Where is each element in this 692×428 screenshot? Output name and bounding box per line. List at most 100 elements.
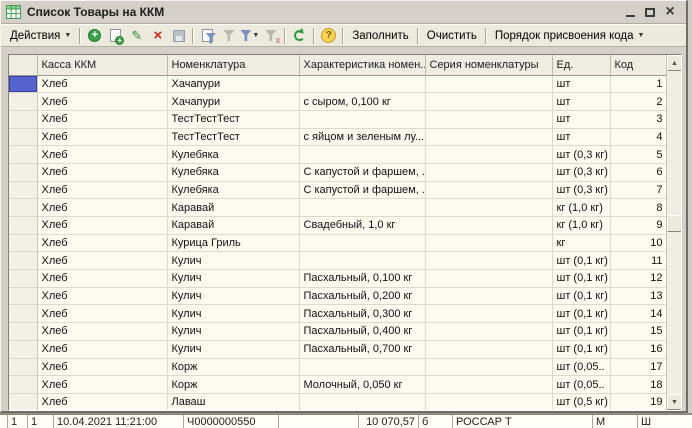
cell-kassa[interactable]: Хлеб (37, 163, 167, 181)
cell-series[interactable] (425, 128, 552, 146)
cell-kassa[interactable]: Хлеб (37, 181, 167, 199)
cell-code[interactable]: 13 (610, 287, 667, 305)
cell-unit[interactable]: шт (0,1 кг) (552, 252, 610, 270)
scrollbar-thumb[interactable] (667, 215, 682, 232)
table-row[interactable]: Хлеб Хачапури с сыром, 0,100 кг шт 2 (9, 93, 667, 111)
cell-characteristic[interactable] (299, 358, 425, 376)
cell-kassa[interactable]: Хлеб (37, 146, 167, 164)
table-row[interactable]: Хлеб Кулич Пасхальный, 0,100 кг шт (0,1 … (9, 270, 667, 288)
cell-unit[interactable]: шт (0,3 кг) (552, 146, 610, 164)
cell-code[interactable]: 9 (610, 217, 667, 235)
cell-series[interactable] (425, 287, 552, 305)
cell-unit[interactable]: шт (552, 128, 610, 146)
cell-code[interactable]: 10 (610, 234, 667, 252)
cell-marker[interactable] (9, 234, 37, 252)
cell-marker[interactable] (9, 75, 37, 93)
header-marker[interactable] (9, 55, 37, 75)
cell-unit[interactable]: шт (0,3 кг) (552, 163, 610, 181)
filter-clear-button-disabled[interactable]: x (261, 27, 280, 45)
cell-marker[interactable] (9, 199, 37, 217)
filter-by-value-button-disabled[interactable] (219, 27, 238, 45)
table-row[interactable]: Хлеб Кулич шт (0,1 кг) 11 (9, 252, 667, 270)
filter-sort-button[interactable] (198, 27, 217, 45)
cell-nomenclature[interactable]: Кулич (167, 323, 299, 341)
cell-code[interactable]: 11 (610, 252, 667, 270)
cell-unit[interactable]: шт (0,1 кг) (552, 270, 610, 288)
cell-marker[interactable] (9, 340, 37, 358)
cell-series[interactable] (425, 217, 552, 235)
cell-series[interactable] (425, 234, 552, 252)
cell-nomenclature[interactable]: Кулебяка (167, 181, 299, 199)
cell-nomenclature[interactable]: Кулич (167, 305, 299, 323)
cell-characteristic[interactable]: с яйцом и зеленым лу... (299, 128, 425, 146)
cell-characteristic[interactable] (299, 252, 425, 270)
cell-kassa[interactable]: Хлеб (37, 234, 167, 252)
cell-marker[interactable] (9, 146, 37, 164)
cell-characteristic[interactable] (299, 199, 425, 217)
cell-kassa[interactable]: Хлеб (37, 93, 167, 111)
cell-series[interactable] (425, 163, 552, 181)
cell-characteristic[interactable]: С капустой и фаршем, ... (299, 181, 425, 199)
cell-characteristic[interactable]: Пасхальный, 0,300 кг (299, 305, 425, 323)
cell-nomenclature[interactable]: Корж (167, 376, 299, 394)
cell-unit[interactable]: шт (0,1 кг) (552, 287, 610, 305)
title-bar[interactable]: Список Товары на ККМ × (1, 1, 686, 24)
cell-characteristic[interactable]: С капустой и фаршем, ... (299, 163, 425, 181)
header-unit[interactable]: Ед. (552, 55, 610, 75)
header-code[interactable]: Код (610, 55, 667, 75)
cell-unit[interactable]: шт (0,1 кг) (552, 323, 610, 341)
cell-kassa[interactable]: Хлеб (37, 110, 167, 128)
cell-code[interactable]: 19 (610, 393, 667, 411)
cell-series[interactable] (425, 393, 552, 411)
cell-marker[interactable] (9, 323, 37, 341)
cell-marker[interactable] (9, 376, 37, 394)
help-button[interactable]: ? (319, 27, 338, 45)
cell-series[interactable] (425, 270, 552, 288)
cell-code[interactable]: 6 (610, 163, 667, 181)
cell-kassa[interactable]: Хлеб (37, 270, 167, 288)
cell-series[interactable] (425, 199, 552, 217)
cell-characteristic[interactable] (299, 110, 425, 128)
add-button[interactable]: + (85, 27, 104, 45)
cell-characteristic[interactable]: Пасхальный, 0,100 кг (299, 270, 425, 288)
cell-nomenclature[interactable]: Каравай (167, 217, 299, 235)
cell-code[interactable]: 18 (610, 376, 667, 394)
filter-history-button[interactable]: ▼ (240, 27, 259, 45)
cell-nomenclature[interactable]: Корж (167, 358, 299, 376)
cell-kassa[interactable]: Хлеб (37, 252, 167, 270)
cell-series[interactable] (425, 305, 552, 323)
cell-kassa[interactable]: Хлеб (37, 340, 167, 358)
cell-marker[interactable] (9, 358, 37, 376)
table-row[interactable]: Хлеб Курица Гриль кг 10 (9, 234, 667, 252)
refresh-button[interactable] (290, 27, 309, 45)
scroll-down-button[interactable]: ▼ (667, 394, 682, 410)
cell-characteristic[interactable] (299, 75, 425, 93)
cell-marker[interactable] (9, 181, 37, 199)
cell-series[interactable] (425, 340, 552, 358)
cell-kassa[interactable]: Хлеб (37, 393, 167, 411)
cell-kassa[interactable]: Хлеб (37, 376, 167, 394)
clear-button[interactable]: Очистить (422, 28, 482, 44)
cell-nomenclature[interactable]: Кулич (167, 252, 299, 270)
edit-button[interactable]: ✎ (127, 27, 146, 45)
table-row[interactable]: Хлеб ТестТестТест шт 3 (9, 110, 667, 128)
cell-nomenclature[interactable]: ТестТестТест (167, 128, 299, 146)
cell-unit[interactable]: шт (552, 93, 610, 111)
cell-unit[interactable]: шт (0,3 кг) (552, 181, 610, 199)
cell-kassa[interactable]: Хлеб (37, 305, 167, 323)
cell-unit[interactable]: шт (552, 75, 610, 93)
cell-code[interactable]: 12 (610, 270, 667, 288)
cell-code[interactable]: 8 (610, 199, 667, 217)
delete-button[interactable]: × (148, 27, 167, 45)
cell-marker[interactable] (9, 217, 37, 235)
cell-code[interactable]: 1 (610, 75, 667, 93)
table-row[interactable]: Хлеб ТестТестТест с яйцом и зеленым лу..… (9, 128, 667, 146)
header-kassa[interactable]: Касса ККМ (37, 55, 167, 75)
cell-unit[interactable]: кг (1,0 кг) (552, 217, 610, 235)
cell-nomenclature[interactable]: Каравай (167, 199, 299, 217)
cell-marker[interactable] (9, 287, 37, 305)
maximize-button[interactable] (640, 3, 660, 21)
cell-characteristic[interactable]: с сыром, 0,100 кг (299, 93, 425, 111)
cell-marker[interactable] (9, 252, 37, 270)
cell-unit[interactable]: кг (552, 234, 610, 252)
